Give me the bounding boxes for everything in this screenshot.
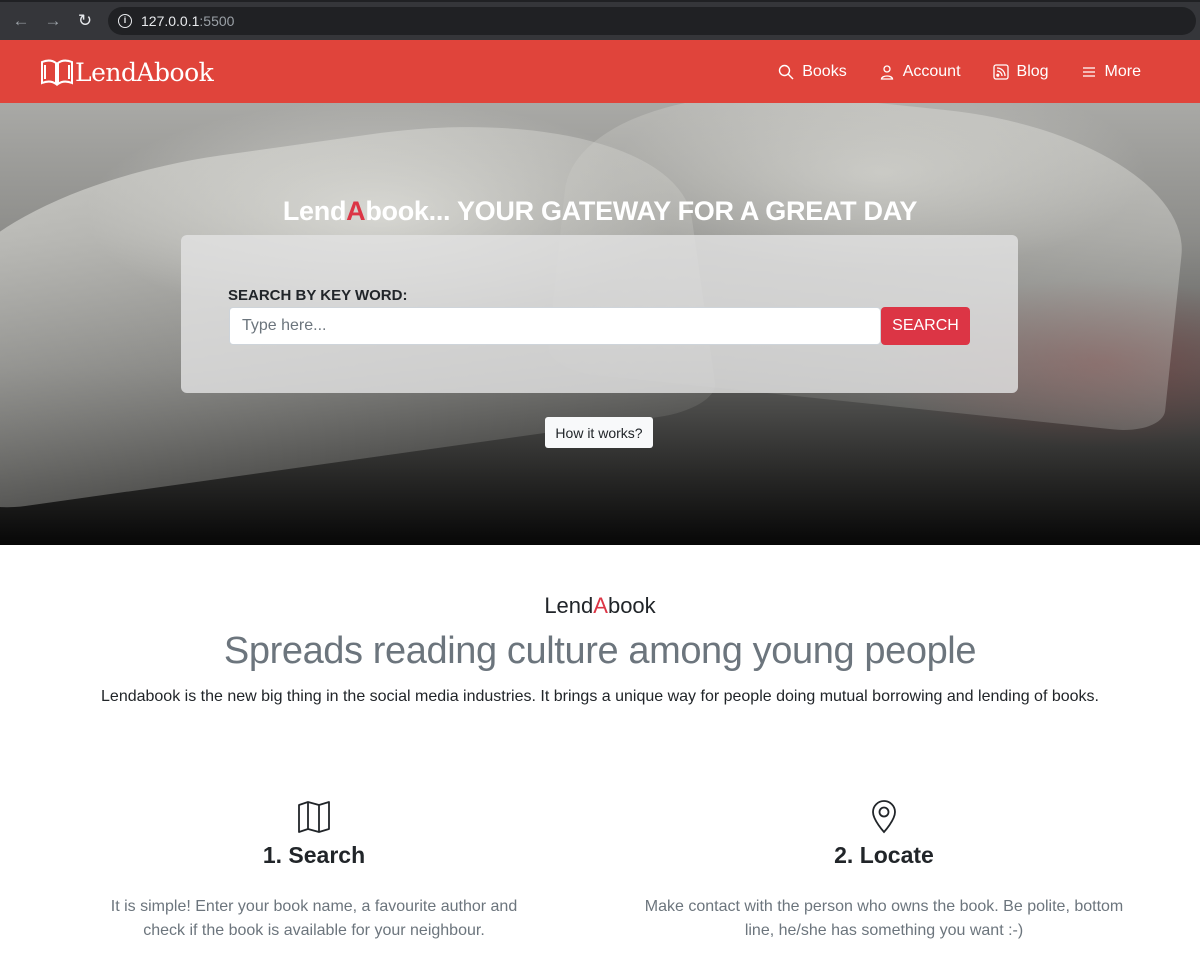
search-card: SEARCH BY KEY WORD: SEARCH — [181, 235, 1018, 393]
url-host: 127.0.0.1 — [141, 13, 200, 29]
hero-title-part: book... YOUR GATEWAY FOR A GREAT DAY — [365, 196, 918, 226]
browser-toolbar: ← → ↻ i 127.0.0.1:5500 — [0, 0, 1200, 40]
address-bar[interactable]: i 127.0.0.1:5500 — [108, 7, 1196, 35]
nav-links: Books Account Blog More — [746, 40, 1141, 103]
book-icon — [41, 59, 73, 86]
how-it-works-button[interactable]: How it works? — [545, 417, 653, 448]
brand-name: LendAbook — [75, 57, 214, 87]
about-brand-part: book — [607, 593, 656, 618]
about-brand: LendAbook — [0, 593, 1200, 619]
about-headline: Spreads reading culture among young peop… — [223, 630, 977, 672]
feature-search: 1. Search It is simple! Enter your book … — [34, 800, 594, 943]
hero-section: LendAbook... YOUR GATEWAY FOR A GREAT DA… — [0, 103, 1200, 545]
arrow-right-icon[interactable]: → — [43, 11, 63, 31]
nav-link-label: Blog — [1016, 62, 1049, 80]
nav-link-more[interactable]: More — [1081, 63, 1141, 81]
site-navbar: LendAbook Books Account Blog More — [0, 40, 1200, 103]
nav-link-label: Account — [902, 62, 961, 80]
nav-link-books[interactable]: Books — [778, 62, 847, 81]
hero-title: LendAbook... YOUR GATEWAY FOR A GREAT DA… — [0, 196, 1200, 227]
nav-link-label: More — [1104, 62, 1141, 80]
person-icon — [880, 64, 893, 80]
nav-link-account[interactable]: Account — [879, 63, 961, 81]
reload-icon[interactable]: ↻ — [75, 11, 95, 31]
search-input[interactable] — [229, 307, 881, 345]
arrow-left-icon[interactable]: ← — [11, 11, 31, 31]
url-port: :5500 — [199, 13, 235, 29]
search-label: SEARCH BY KEY WORD: — [228, 287, 408, 304]
url-text[interactable]: 127.0.0.1:5500 — [141, 13, 234, 29]
feature-title: 1. Search — [262, 842, 366, 868]
brand-logo[interactable]: LendAbook — [40, 55, 214, 89]
hero-title-part: Lend — [282, 196, 347, 226]
feature-text: It is simple! Enter your book name, a fa… — [110, 898, 518, 939]
about-description: Lendabook is the new big thing in the so… — [101, 688, 1099, 705]
feature-locate: 2. Locate Make contact with the person w… — [604, 800, 1164, 943]
info-icon[interactable]: i — [118, 14, 132, 28]
hero-title-accent: A — [346, 196, 366, 226]
rss-icon — [992, 63, 1009, 80]
map-icon — [298, 801, 330, 833]
search-icon — [779, 64, 794, 79]
location-pin-icon — [872, 800, 896, 834]
list-icon — [1082, 66, 1095, 77]
nav-link-blog[interactable]: Blog — [992, 62, 1049, 81]
nav-link-label: Books — [802, 62, 847, 80]
feature-title: 2. Locate — [834, 842, 934, 868]
about-brand-accent: A — [593, 593, 608, 618]
feature-text: Make contact with the person who owns th… — [644, 898, 1124, 939]
search-button[interactable]: SEARCH — [881, 307, 970, 345]
about-brand-part: Lend — [544, 593, 594, 618]
